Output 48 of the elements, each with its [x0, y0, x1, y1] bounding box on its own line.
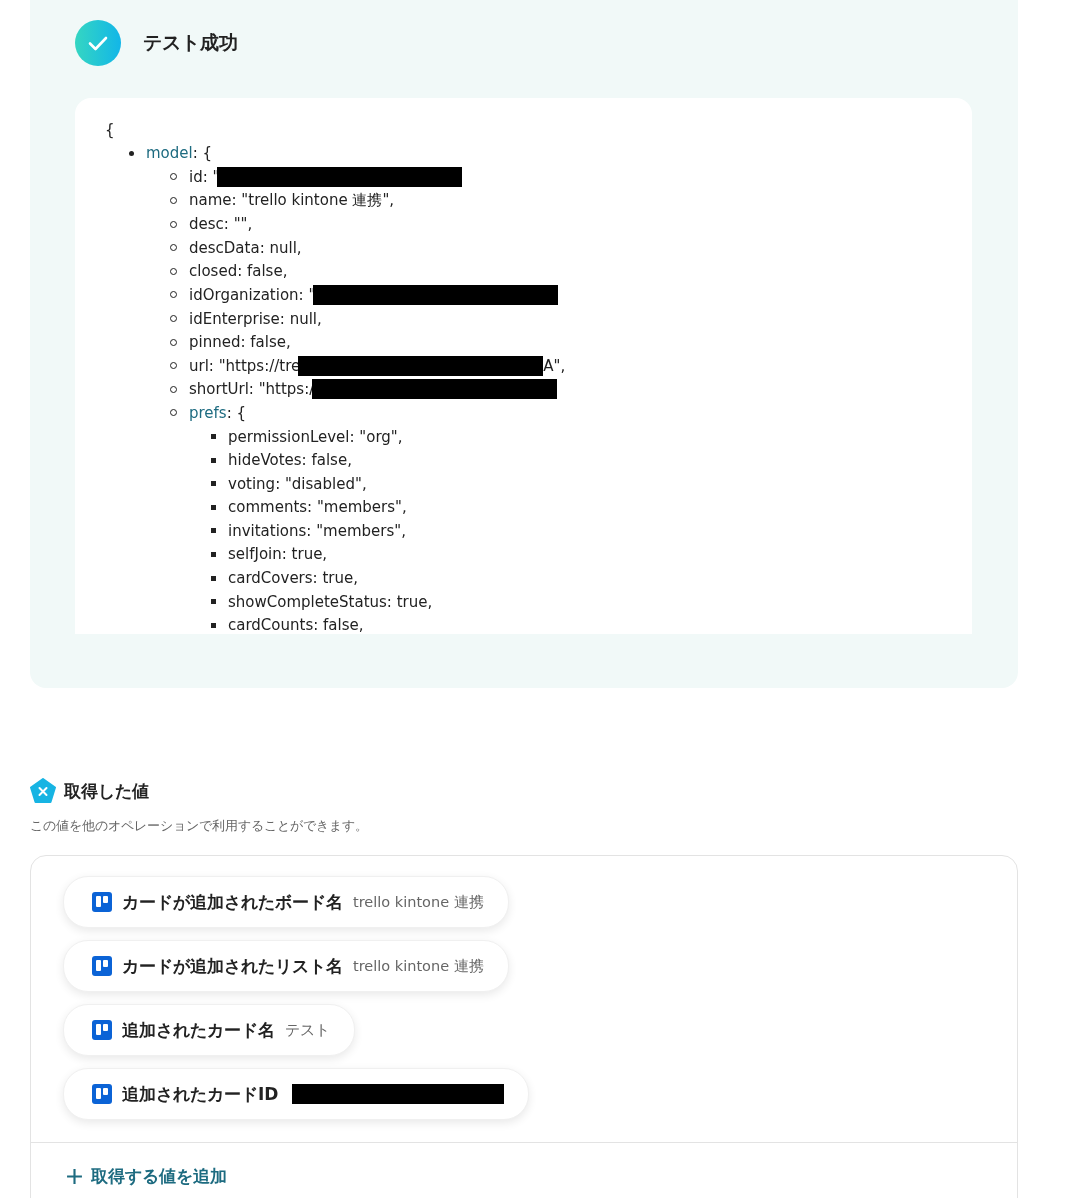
json-text: : { [226, 403, 247, 422]
json-text: cardCovers: true, [228, 569, 358, 588]
board-icon [92, 956, 112, 976]
json-text: { [105, 120, 115, 139]
square-bullet-icon [211, 622, 216, 628]
json-text: pinned: false, [189, 333, 291, 352]
section-title: 取得した値 [64, 779, 149, 803]
plus-icon [66, 1168, 83, 1185]
json-text: url: "https://tre [189, 356, 301, 375]
json-text: selfJoin: true, [228, 545, 328, 564]
json-text: comments: "members", [228, 498, 407, 517]
json-key: prefs [189, 403, 227, 422]
json-text: invitations: "members", [228, 521, 406, 540]
value-chip[interactable]: 追加されたカード名 テスト [63, 1004, 355, 1056]
json-text: shortUrl: "https:/ [189, 380, 315, 399]
value-chip[interactable]: カードが追加されたボード名 trello kintone 連携 [63, 876, 509, 928]
board-icon [92, 1020, 112, 1040]
json-text: descData: null, [189, 238, 302, 257]
json-text: desc: "", [189, 215, 253, 234]
json-text: A", [543, 356, 566, 375]
board-icon [92, 892, 112, 912]
board-icon [92, 1084, 112, 1104]
square-bullet-icon [211, 504, 216, 510]
json-text: voting: "disabled", [228, 474, 367, 493]
square-bullet-icon [211, 528, 216, 534]
json-text: : { [192, 144, 213, 163]
square-bullet-icon [211, 434, 216, 439]
square-bullet-icon [211, 599, 216, 605]
value-chip[interactable]: 追加されたカードID [63, 1068, 530, 1120]
json-text: showCompleteStatus: true, [228, 592, 433, 611]
json-text: closed: false, [189, 262, 288, 281]
value-chip[interactable]: カードが追加されたリスト名 trello kintone 連携 [63, 940, 509, 992]
square-bullet-icon [211, 575, 216, 581]
json-text: cardCounts: false, [228, 616, 364, 634]
json-text: permissionLevel: "org", [228, 427, 403, 446]
square-bullet-icon [211, 481, 216, 487]
add-value-button[interactable]: 取得する値を追加 [66, 1165, 227, 1188]
variable-icon [30, 778, 56, 804]
square-bullet-icon [211, 552, 216, 557]
status-title: テスト成功 [143, 30, 238, 55]
json-text: idEnterprise: null, [189, 309, 322, 328]
square-bullet-icon [211, 457, 216, 463]
json-key: model [146, 144, 193, 163]
disc-bullet-icon [129, 150, 134, 156]
section-description: この値を他のオペレーションで利用することができます。 [30, 818, 369, 835]
json-text: hideVotes: false, [228, 451, 352, 470]
check-icon [75, 20, 121, 66]
json-text: name: "trello kintone 連携", [189, 191, 395, 211]
